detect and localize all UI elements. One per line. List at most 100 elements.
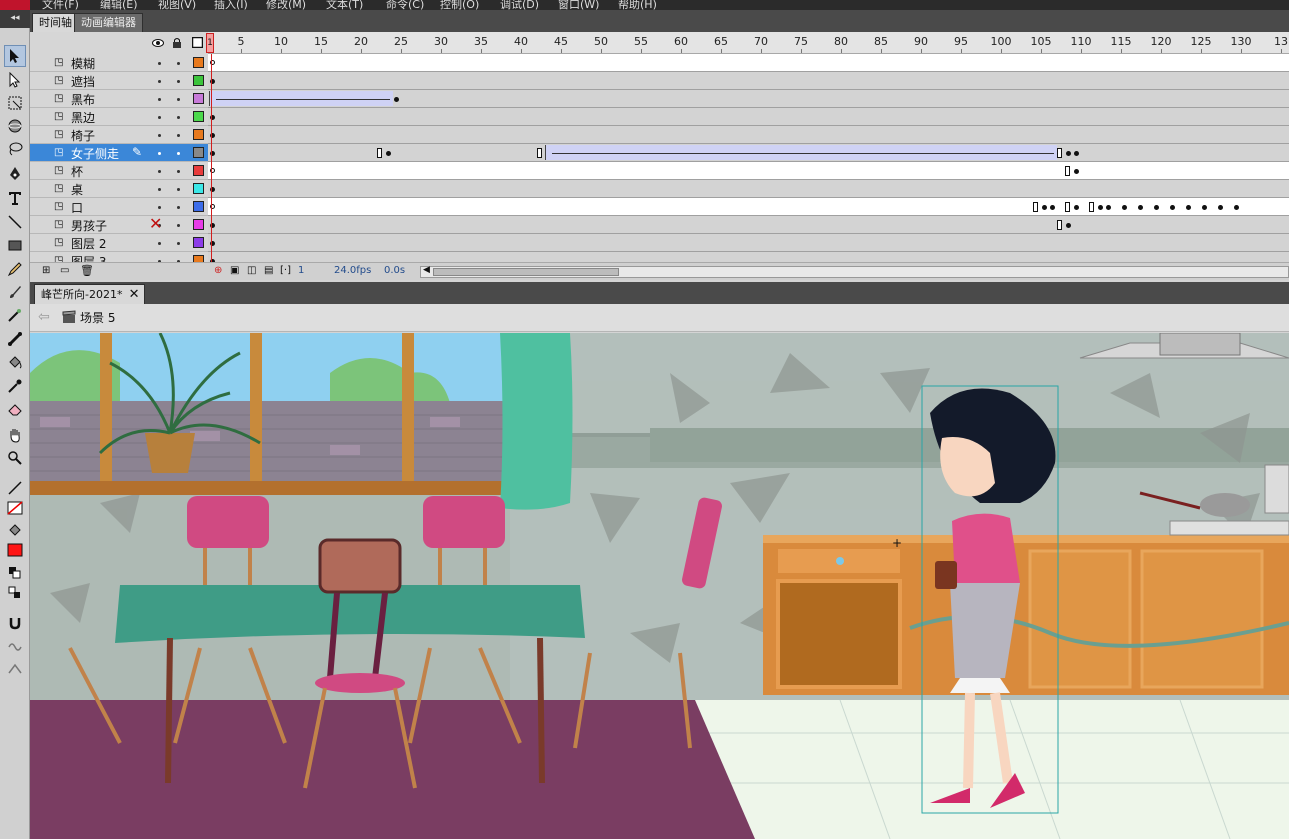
fill-swatch[interactable] [4,539,26,561]
current-frame[interactable]: 1 [298,265,304,276]
layer-name[interactable]: 遮挡 [71,73,95,90]
frame-end-marker[interactable] [1033,202,1038,212]
layer-frames[interactable] [208,126,1289,144]
frame-end-marker[interactable] [1065,202,1070,212]
outline-color-swatch[interactable] [193,165,204,176]
layer-name[interactable]: 椅子 [71,127,95,144]
layer-name[interactable]: 桌 [71,181,83,198]
lock-all-icon[interactable] [172,37,182,48]
layer-name[interactable]: 图层 2 [71,235,106,252]
deco-tool-icon[interactable] [4,304,26,326]
onion-outline-icon[interactable]: ◫ [247,265,256,276]
line-tool-icon[interactable] [4,211,26,233]
layer-frames[interactable] [208,198,1289,216]
layer-frames[interactable] [208,108,1289,126]
swap-colors-icon[interactable] [4,582,26,604]
visibility-toggle[interactable] [158,116,161,119]
layer-row[interactable]: ◳ 模糊 [30,54,1289,72]
layer-frames[interactable] [208,216,1289,234]
outline-color-swatch[interactable] [193,219,204,230]
keyframe[interactable] [1218,205,1223,210]
layer-name[interactable]: 黑边 [71,109,95,126]
menu-help[interactable]: 帮助(H) [618,0,657,10]
menu-modify[interactable]: 修改(M) [266,0,306,10]
keyframe[interactable] [1138,205,1143,210]
visibility-toggle[interactable] [158,152,161,155]
outline-color-swatch[interactable] [193,201,204,212]
layer-row[interactable]: ◳ 男孩子 ✕ [30,214,1289,234]
layer-name-cell[interactable]: ◳ 黑边 [30,108,208,126]
delete-layer-icon[interactable]: 🗑 [80,264,94,277]
show-hide-all-icon[interactable] [152,38,164,48]
outline-color-swatch[interactable] [193,93,204,104]
menu-view[interactable]: 视图(V) [158,0,196,10]
layer-name-cell[interactable]: ◳ 黑布 [30,90,208,108]
frame-end-marker[interactable] [377,148,382,158]
layer-row[interactable]: ◳ 桌 [30,180,1289,198]
3d-rotation-tool-icon[interactable] [4,115,26,137]
keyframe[interactable] [1050,205,1055,210]
selection-tool-icon[interactable] [4,45,26,67]
lock-toggle[interactable] [177,152,180,155]
outline-color-swatch[interactable] [193,129,204,140]
center-frame-icon[interactable]: ⊕ [214,265,222,276]
layer-row[interactable]: ◳ 遮挡 [30,72,1289,90]
lock-toggle[interactable] [177,134,180,137]
new-layer-icon[interactable]: ⊞ [42,265,50,276]
keyframe[interactable] [1186,205,1191,210]
layer-name-cell[interactable]: ◳ 桌 [30,180,208,198]
layer-row[interactable]: ◳ 女子侧走 ✎ [30,144,1289,162]
layer-name-cell[interactable]: ◳ 图层 2 [30,234,208,252]
layer-name[interactable]: 杯 [71,163,83,180]
smooth-icon[interactable] [4,636,26,658]
keyframe[interactable] [1122,205,1127,210]
frame-end-marker[interactable] [1057,148,1062,158]
layer-frames[interactable] [208,72,1289,90]
lock-toggle[interactable] [177,224,180,227]
frame-end-marker[interactable] [1065,166,1070,176]
outline-color-swatch[interactable] [193,57,204,68]
layer-name-cell[interactable]: ◳ 椅子 [30,126,208,144]
layer-name-cell[interactable]: ◳ 口 [30,198,208,216]
frame-end-marker[interactable] [1057,220,1062,230]
layer-name[interactable]: 男孩子 [71,217,107,234]
visibility-toggle[interactable] [158,170,161,173]
tween-span[interactable] [545,145,1057,160]
keyframe[interactable] [1074,151,1079,156]
visibility-toggle[interactable] [158,62,161,65]
frame-end-marker[interactable] [1089,202,1094,212]
paint-bucket-tool-icon[interactable] [4,352,26,374]
visibility-toggle[interactable] [158,98,161,101]
layer-name-cell[interactable]: ◳ 遮挡 [30,72,208,90]
layer-row[interactable]: ◳ 杯 [30,162,1289,180]
menu-edit[interactable]: 编辑(E) [100,0,138,10]
layer-name-cell[interactable]: ◳ 杯 [30,162,208,180]
timeline-scroll-thumb[interactable] [433,268,619,276]
tab-timeline[interactable]: 时间轴 [32,13,79,32]
lock-toggle[interactable] [177,188,180,191]
layer-name-cell[interactable]: ◳ 女子侧走 ✎ [30,144,208,162]
layer-row[interactable]: ◳ 椅子 [30,126,1289,144]
outline-color-swatch[interactable] [193,75,204,86]
stroke-color-icon[interactable] [4,477,26,499]
outline-color-swatch[interactable] [193,237,204,248]
keyframe[interactable] [1202,205,1207,210]
text-tool-icon[interactable] [4,187,26,209]
lock-toggle[interactable] [177,98,180,101]
zoom-tool-icon[interactable] [4,447,26,469]
frame-ruler[interactable]: 1 5 10 15 20 25 30 35 40 45 50 55 60 65 70 75 80 85 90 95 10… [206,32,1289,54]
layer-name[interactable]: 模糊 [71,55,95,72]
outline-color-swatch[interactable] [193,147,204,158]
keyframe[interactable] [1234,205,1239,210]
keyframe[interactable] [1042,205,1047,210]
rectangle-tool-icon[interactable] [4,234,26,256]
keyframe[interactable] [1170,205,1175,210]
visibility-toggle[interactable] [158,134,161,137]
layer-frames[interactable] [208,180,1289,198]
scroll-left-icon[interactable]: ◀ [423,265,430,275]
layer-name[interactable]: 黑布 [71,91,95,108]
keyframe[interactable] [1074,169,1079,174]
layer-frames[interactable] [208,144,1289,162]
keyframe[interactable] [1074,205,1079,210]
playhead-frame-marker[interactable]: 1 [206,33,214,53]
